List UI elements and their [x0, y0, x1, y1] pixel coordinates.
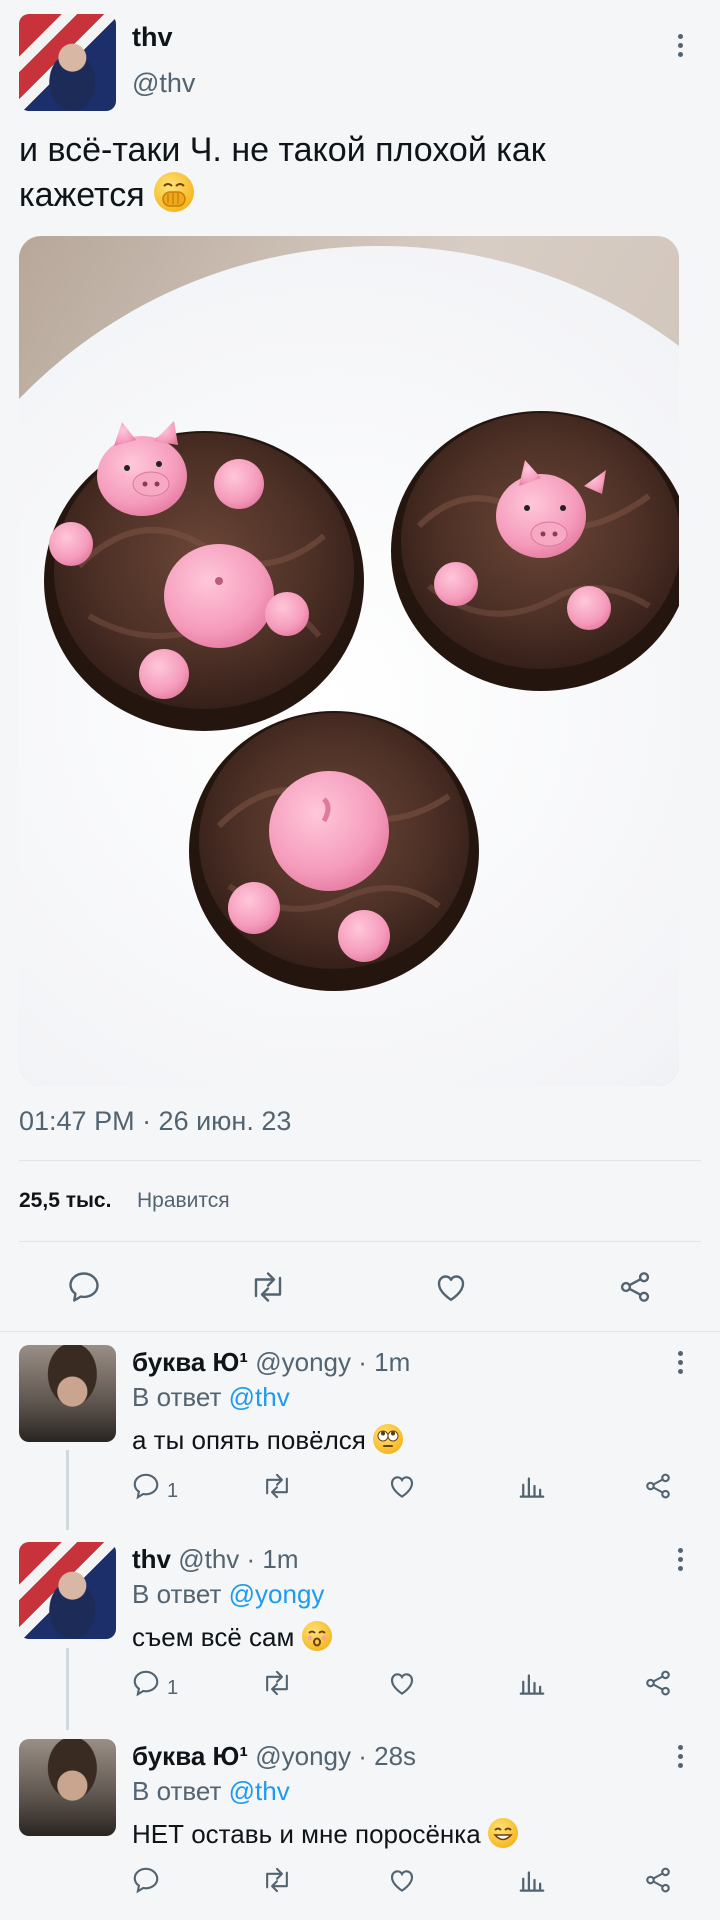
reply-time: · 1m: [246, 1544, 299, 1574]
reply-prefix: В ответ: [132, 1579, 222, 1609]
reply-author-name[interactable]: буква Ю¹: [132, 1347, 248, 1377]
reply-item[interactable]: буква Ю¹ @yongy · 28s В ответ @thv НЕТ о…: [0, 1727, 720, 1920]
cupcake-bottom: [189, 711, 479, 991]
reply-text: съем всё сам: [132, 1621, 332, 1653]
reply-text-content: НЕТ оставь и мне поросёнка: [132, 1819, 481, 1849]
kissing-face-emoji: [301, 1621, 332, 1651]
reply-to-link[interactable]: @thv: [229, 1382, 290, 1412]
reply-author-handle[interactable]: @thv: [178, 1544, 239, 1574]
like-icon[interactable]: [387, 1471, 417, 1506]
reply-avatar[interactable]: [19, 1542, 116, 1639]
share-icon[interactable]: [643, 1471, 673, 1506]
retweet-icon[interactable]: [261, 1668, 293, 1703]
like-icon[interactable]: [387, 1865, 417, 1900]
analytics-icon[interactable]: [517, 1471, 547, 1506]
reply-author[interactable]: буква Ю¹ @yongy · 1m: [132, 1347, 410, 1378]
reply-avatar[interactable]: [19, 1739, 116, 1836]
author-handle[interactable]: @thv: [132, 68, 195, 99]
reply-author-handle[interactable]: @yongy: [255, 1741, 351, 1771]
retweet-icon[interactable]: [261, 1865, 293, 1900]
reply-avatar[interactable]: [19, 1345, 116, 1442]
tweet-timestamp[interactable]: 01:47 PM · 26 июн. 23: [19, 1106, 291, 1137]
like-icon[interactable]: [387, 1668, 417, 1703]
like-icon[interactable]: [433, 1269, 469, 1310]
more-options-icon[interactable]: [676, 1745, 684, 1768]
reply-prefix: В ответ: [132, 1776, 222, 1806]
cupcake-right: [391, 411, 679, 691]
reply-context: В ответ @thv: [132, 1776, 290, 1807]
grinning-face-emoji: [487, 1818, 518, 1848]
tweet-text: и всё-таки Ч. не такой плохой как кажетс…: [19, 128, 659, 217]
reply-context: В ответ @yongy: [132, 1579, 324, 1610]
reply-author-handle[interactable]: @yongy: [255, 1347, 351, 1377]
likes-label[interactable]: Нравится: [137, 1189, 230, 1213]
cupcake-left: [44, 421, 364, 731]
reply-item[interactable]: буква Ю¹ @yongy · 1m В ответ @thv а ты о…: [0, 1333, 720, 1528]
share-icon[interactable]: [643, 1668, 673, 1703]
reply-context: В ответ @thv: [132, 1382, 290, 1413]
reply-author-name[interactable]: буква Ю¹: [132, 1741, 248, 1771]
share-icon[interactable]: [617, 1269, 653, 1310]
reply-to-link[interactable]: @yongy: [229, 1579, 325, 1609]
reply-author[interactable]: thv @thv · 1m: [132, 1544, 299, 1575]
author-name[interactable]: thv: [132, 22, 173, 53]
divider: [19, 1241, 701, 1242]
divider: [19, 1160, 701, 1161]
reply-author[interactable]: буква Ю¹ @yongy · 28s: [132, 1741, 416, 1772]
reply-author-name[interactable]: thv: [132, 1544, 171, 1574]
more-options-icon[interactable]: [676, 34, 684, 57]
pig-cupcakes-image: [44, 411, 679, 991]
reply-icon[interactable]: [131, 1865, 161, 1900]
tweet-photo[interactable]: [19, 236, 679, 1086]
face-with-hand-over-mouth-emoji: [154, 172, 195, 212]
retweet-icon[interactable]: [248, 1269, 288, 1310]
more-options-icon[interactable]: [676, 1548, 684, 1571]
reply-count: 1: [167, 1480, 179, 1502]
reply-text: а ты опять повёлся: [132, 1424, 404, 1456]
reply-item[interactable]: thv @thv · 1m В ответ @yongy съем всё са…: [0, 1530, 720, 1727]
divider: [0, 1331, 720, 1332]
reply-text-content: съем всё сам: [132, 1622, 295, 1652]
analytics-icon[interactable]: [517, 1668, 547, 1703]
share-icon[interactable]: [643, 1865, 673, 1900]
tweet-text-content: и всё-таки Ч. не такой плохой как кажетс…: [19, 131, 546, 214]
rolling-eyes-emoji: [373, 1424, 404, 1454]
analytics-icon[interactable]: [517, 1865, 547, 1900]
author-avatar[interactable]: [19, 14, 116, 111]
reply-count: 1: [167, 1677, 179, 1699]
reply-text: НЕТ оставь и мне поросёнка: [132, 1818, 518, 1850]
retweet-icon[interactable]: [261, 1471, 293, 1506]
reply-text-content: а ты опять повёлся: [132, 1425, 366, 1455]
likes-count[interactable]: 25,5 тыс.: [19, 1189, 111, 1213]
reply-icon[interactable]: [66, 1269, 102, 1310]
reply-prefix: В ответ: [132, 1382, 222, 1412]
reply-to-link[interactable]: @thv: [229, 1776, 290, 1806]
more-options-icon[interactable]: [676, 1351, 684, 1374]
reply-time: · 28s: [358, 1741, 417, 1771]
reply-icon[interactable]: [131, 1668, 161, 1703]
reply-icon[interactable]: [131, 1471, 161, 1506]
reply-time: · 1m: [358, 1347, 411, 1377]
